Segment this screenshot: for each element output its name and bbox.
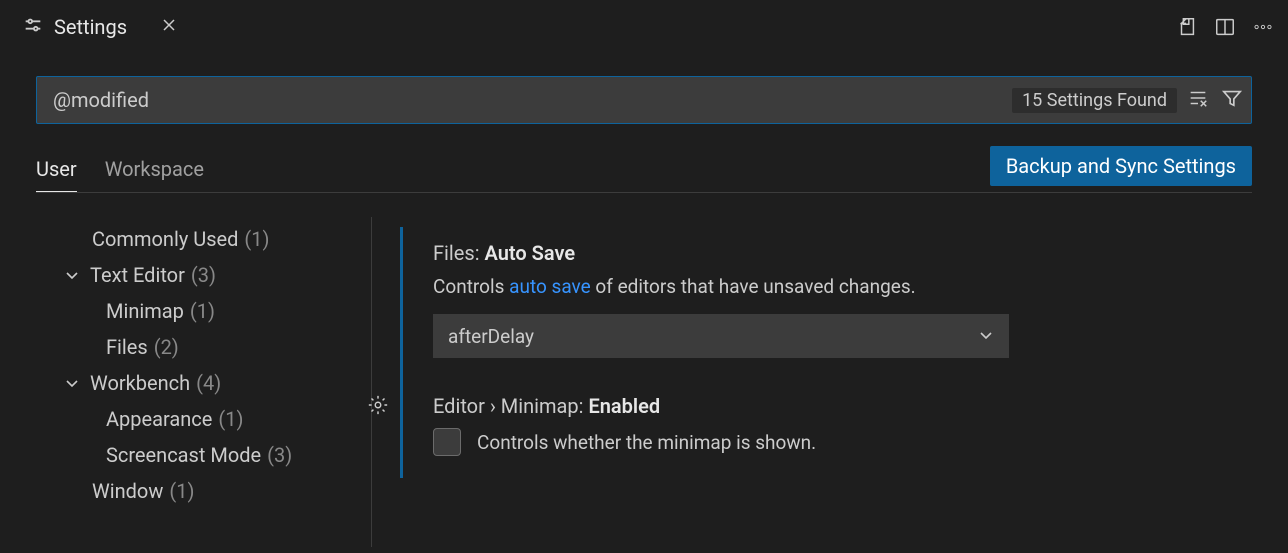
sidebar-item-files[interactable]: Files (2) — [36, 329, 371, 365]
tab-title: Settings — [54, 15, 127, 39]
settings-sliders-icon — [22, 14, 44, 41]
setting-category: Editor › Minimap: — [433, 394, 588, 418]
setting-description: Controls whether the minimap is shown. — [477, 431, 816, 454]
sidebar-item-label: Text Editor — [90, 263, 185, 287]
sidebar-item-screencast-mode[interactable]: Screencast Mode (3) — [36, 437, 371, 473]
sidebar-item-label: Minimap — [106, 299, 184, 323]
more-actions-icon[interactable] — [1252, 16, 1274, 38]
sidebar-item-appearance[interactable]: Appearance (1) — [36, 401, 371, 437]
settings-content: 15 Settings Found User Workspace — [0, 54, 1288, 547]
sidebar-item-count: (1) — [218, 407, 243, 431]
close-icon[interactable] — [161, 17, 177, 38]
sidebar-item-workbench[interactable]: Workbench (4) — [36, 365, 371, 401]
gear-icon[interactable] — [367, 394, 389, 420]
sidebar-item-count: (1) — [190, 299, 215, 323]
setting-title: Files: Auto Save — [433, 241, 1252, 265]
sidebar-item-text-editor[interactable]: Text Editor (3) — [36, 257, 371, 293]
scope-tabs: User Workspace — [36, 157, 204, 192]
chevron-down-icon — [978, 325, 994, 348]
sidebar-item-count: (1) — [244, 227, 269, 251]
tab-workspace[interactable]: Workspace — [105, 157, 204, 192]
search-box: 15 Settings Found — [36, 76, 1252, 124]
settings-list: Files: Auto Save Controls auto save of e… — [372, 217, 1252, 547]
setting-description: Controls auto save of editors that have … — [433, 275, 1252, 298]
sidebar-item-count: (3) — [267, 443, 292, 467]
sidebar-item-label: Commonly Used — [92, 227, 238, 251]
setting-name: Enabled — [588, 394, 660, 418]
sidebar-item-label: Workbench — [90, 371, 190, 395]
backup-sync-button[interactable]: Backup and Sync Settings — [990, 146, 1252, 186]
sidebar-item-count: (4) — [196, 371, 221, 395]
minimap-enabled-checkbox[interactable] — [433, 428, 461, 456]
chevron-down-icon — [64, 375, 84, 391]
filter-icon[interactable] — [1221, 87, 1243, 113]
split-editor-icon[interactable] — [1214, 16, 1236, 38]
tab-settings[interactable]: Settings — [0, 0, 199, 54]
titlebar: Settings — [0, 0, 1288, 54]
settings-sidebar: Commonly Used (1) Text Editor (3) Minima… — [36, 217, 372, 547]
auto-save-link[interactable]: auto save — [509, 275, 591, 298]
sidebar-item-count: (2) — [154, 335, 179, 359]
main-area: Commonly Used (1) Text Editor (3) Minima… — [36, 217, 1252, 547]
header-row: User Workspace Backup and Sync Settings — [36, 146, 1252, 193]
settings-found-badge: 15 Settings Found — [1012, 88, 1177, 113]
setting-editor-minimap-enabled: Editor › Minimap: Enabled Controls wheth… — [400, 380, 1252, 478]
setting-title: Editor › Minimap: Enabled — [433, 394, 1252, 418]
sidebar-item-commonly-used[interactable]: Commonly Used (1) — [36, 221, 371, 257]
search-input[interactable] — [53, 88, 1012, 112]
chevron-down-icon — [64, 267, 84, 283]
sidebar-item-count: (3) — [191, 263, 216, 287]
open-settings-json-icon[interactable] — [1176, 16, 1198, 38]
search-actions — [1187, 87, 1243, 113]
setting-name: Auto Save — [485, 241, 576, 265]
checkbox-row: Controls whether the minimap is shown. — [433, 428, 1252, 456]
setting-files-auto-save: Files: Auto Save Controls auto save of e… — [400, 227, 1252, 380]
auto-save-dropdown[interactable]: afterDelay — [433, 314, 1009, 358]
dropdown-value: afterDelay — [448, 325, 534, 348]
sidebar-item-count: (1) — [169, 479, 194, 503]
sidebar-item-label: Window — [92, 479, 163, 503]
sidebar-item-minimap[interactable]: Minimap (1) — [36, 293, 371, 329]
title-actions — [1176, 16, 1274, 38]
tab-group: Settings — [0, 0, 399, 54]
tab-user[interactable]: User — [36, 157, 77, 192]
sidebar-item-window[interactable]: Window (1) — [36, 473, 371, 509]
setting-category: Files: — [433, 241, 485, 265]
clear-search-icon[interactable] — [1187, 87, 1209, 113]
sidebar-item-label: Screencast Mode — [106, 443, 261, 467]
sidebar-item-label: Appearance — [106, 407, 212, 431]
sidebar-item-label: Files — [106, 335, 148, 359]
